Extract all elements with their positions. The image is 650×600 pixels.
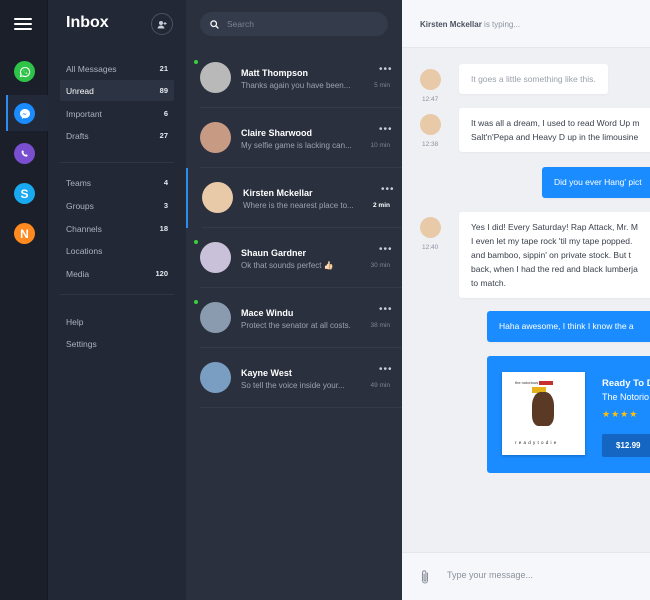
online-indicator [194,300,198,304]
album-artist: The Notorio [602,392,650,402]
message-input[interactable] [447,570,637,580]
chat-panel: Kirsten Mckellar is typing... 12:47 It g… [402,0,650,600]
app-rail: S N [0,0,48,600]
incoming-message: It goes a little something like this. [459,64,608,94]
message-preview: My selfie game is lacking can... [241,141,352,150]
message-time: 30 min [370,262,390,269]
viber-icon[interactable] [14,143,35,164]
album-cover: the notorious r e a d y t o d i e [502,372,585,455]
message-time: 2 min [373,202,390,209]
nav-divider [60,162,174,163]
contact-name: Mace Windu [241,308,294,318]
nav-item-teams[interactable]: Teams 4 [60,172,174,193]
nav-item-media[interactable]: Media 120 [60,263,174,284]
contact-name: Kayne West [241,368,292,378]
nav-item-groups[interactable]: Groups 3 [60,195,174,216]
nav-item-locations[interactable]: Locations [60,240,174,261]
nav-item-all-messages[interactable]: All Messages 21 [60,58,174,79]
contact-name: Shaun Gardner [241,248,307,258]
search-bar [200,12,388,36]
search-icon [210,19,219,29]
more-options-icon[interactable]: ••• [379,244,393,255]
nav-item-unread[interactable]: Unread 89 [60,80,174,101]
avatar [200,62,231,93]
conversation-item[interactable]: Kayne West So tell the voice inside your… [186,348,416,408]
message-time: 12:40 [422,244,439,251]
conversation-item[interactable]: Shaun Gardner Ok that sounds perfect 👍🏻 … [186,228,416,288]
avatar [202,182,233,213]
add-user-button[interactable] [151,13,173,35]
more-options-icon[interactable]: ••• [379,364,393,375]
page-title: Inbox [66,14,109,31]
attachment-icon[interactable] [420,569,430,585]
online-indicator [194,240,198,244]
message-preview: Thanks again you have been... [241,81,351,90]
message-time: 12:47 [422,96,439,103]
more-options-icon[interactable]: ••• [379,124,393,135]
message-preview: Ok that sounds perfect 👍🏻 [241,261,334,270]
price-button[interactable]: $12.99 [602,434,650,457]
album-card[interactable]: the notorious r e a d y t o d i e Ready … [487,356,650,473]
message-time: 49 min [370,382,390,389]
whatsapp-icon[interactable] [14,61,35,82]
contact-name: Matt Thompson [241,68,308,78]
more-options-icon[interactable]: ••• [379,64,393,75]
message-preview: Protect the senator at all costs. [241,321,351,330]
outgoing-message: Did you ever Hang' pict [542,167,650,198]
menu-icon[interactable] [14,18,32,30]
row-divider [200,407,416,408]
conversation-list: Matt Thompson Thanks again you have been… [186,0,418,600]
nav-item-drafts[interactable]: Drafts 27 [60,125,174,146]
conversation-item[interactable]: Claire Sharwood My selfie game is lackin… [186,108,416,168]
avatar [200,242,231,273]
chat-header: Kirsten Mckellar is typing... [402,0,650,48]
inbox-nav: Inbox All Messages 21 Unread 89 Important 6… [48,0,186,600]
more-options-icon[interactable]: ••• [379,304,393,315]
conversation-item-selected[interactable]: Kirsten Mckellar Where is the nearest pl… [186,168,418,228]
avatar [420,114,441,135]
message-time: 5 min [374,82,390,89]
outgoing-message: Haha awesome, I think I know the a [487,311,650,342]
add-user-icon [157,20,167,28]
nav-item-settings[interactable]: Settings [60,333,174,354]
skype-icon[interactable]: S [14,183,35,204]
conversation-item[interactable]: Matt Thompson Thanks again you have been… [186,48,416,108]
nav-item-channels[interactable]: Channels 18 [60,218,174,239]
avatar [420,69,441,90]
message-time: 38 min [370,322,390,329]
rating-stars: ★★★★ [602,409,639,419]
album-title: Ready To D [602,378,650,389]
message-time: 12:38 [422,141,439,148]
typing-indicator: Kirsten Mckellar is typing... [420,20,521,29]
incoming-message: Yes I did! Every Saturday! Rap Attack, M… [459,212,650,298]
more-options-icon[interactable]: ••• [381,184,395,195]
message-time: 10 min [370,142,390,149]
nav-item-help[interactable]: Help [60,311,174,332]
incoming-message: It was all a dream, I used to read Word … [459,108,650,152]
message-composer [402,552,650,600]
contact-name: Claire Sharwood [241,128,313,138]
message-preview: So tell the voice inside your... [241,381,345,390]
avatar [200,362,231,393]
message-preview: Where is the nearest place to... [243,201,354,210]
nav-item-important[interactable]: Important 6 [60,103,174,124]
messenger-icon[interactable] [14,103,35,124]
online-indicator [194,60,198,64]
n-app-icon[interactable]: N [14,223,35,244]
nav-divider [60,294,174,295]
avatar [200,302,231,333]
conversation-item[interactable]: Mace Windu Protect the senator at all co… [186,288,416,348]
avatar [200,122,231,153]
search-input[interactable] [227,19,377,29]
contact-name: Kirsten Mckellar [243,188,313,198]
avatar [420,217,441,238]
